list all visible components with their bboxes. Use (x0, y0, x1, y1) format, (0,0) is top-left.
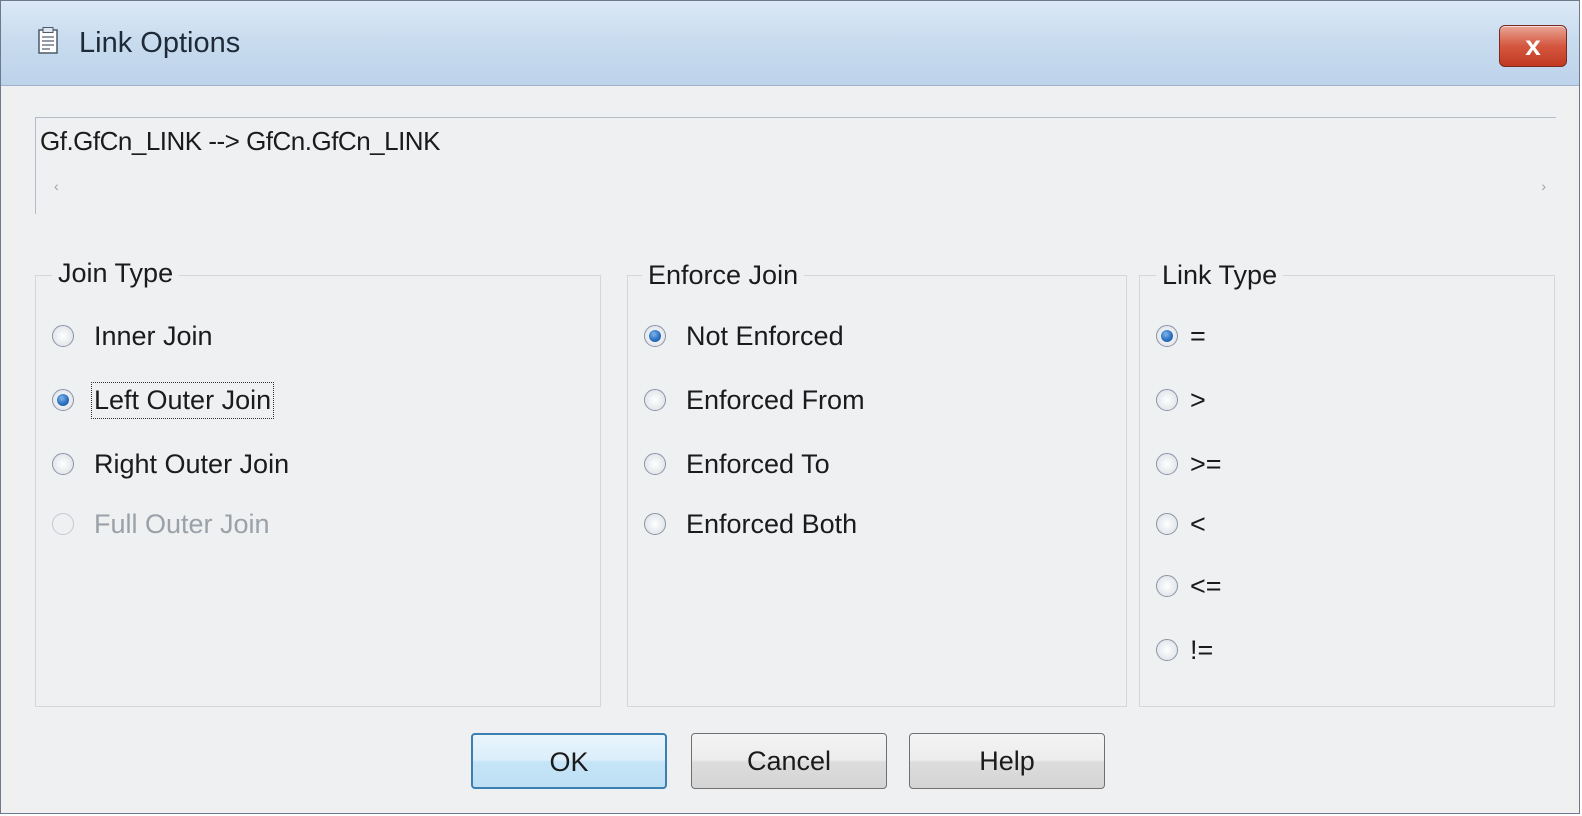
link-type-label: Link Type (1156, 260, 1284, 291)
radio-link-lte[interactable]: <= (1156, 566, 1222, 606)
dialog-body: Gf.GfCn_LINK --> GfCn.GfCn_LINK ‹ › Join… (15, 87, 1565, 805)
radio-button[interactable] (1156, 453, 1178, 475)
scroll-right-arrow-icon[interactable]: › (1541, 178, 1546, 194)
radio-label: Right Outer Join (94, 448, 290, 479)
radio-full-outer-join: Full Outer Join (52, 504, 270, 544)
enforce-join-label: Enforce Join (642, 260, 805, 291)
radio-not-enforced[interactable]: Not Enforced (644, 316, 844, 356)
link-options-dialog: Link Options x Gf.GfCn_LINK --> GfCn.GfC… (0, 0, 1580, 814)
help-button[interactable]: Help (909, 733, 1105, 789)
radio-button[interactable] (52, 453, 74, 475)
radio-label: != (1190, 634, 1214, 665)
link-path-display: Gf.GfCn_LINK --> GfCn.GfCn_LINK ‹ › (35, 117, 1556, 214)
cancel-button[interactable]: Cancel (691, 733, 887, 789)
link-type-group: Link Type = > >= < <= != (1139, 260, 1555, 707)
radio-enforced-both[interactable]: Enforced Both (644, 504, 857, 544)
radio-left-outer-join[interactable]: Left Outer Join (52, 380, 275, 420)
radio-button[interactable] (644, 513, 666, 535)
radio-button[interactable] (52, 325, 74, 347)
radio-button[interactable] (1156, 325, 1178, 347)
enforce-join-group: Enforce Join Not Enforced Enforced From … (627, 260, 1127, 707)
radio-label: Full Outer Join (94, 508, 270, 539)
document-icon (38, 27, 58, 54)
radio-label: Inner Join (94, 320, 213, 351)
radio-enforced-to[interactable]: Enforced To (644, 444, 830, 484)
radio-right-outer-join[interactable]: Right Outer Join (52, 444, 289, 484)
radio-button[interactable] (644, 453, 666, 475)
radio-link-gte[interactable]: >= (1156, 444, 1222, 484)
join-type-group: Join Type Inner Join Left Outer Join Rig… (35, 258, 601, 707)
link-path-text: Gf.GfCn_LINK --> GfCn.GfCn_LINK (40, 126, 440, 156)
join-type-label: Join Type (52, 258, 180, 289)
radio-label: > (1190, 384, 1206, 415)
radio-link-lt[interactable]: < (1156, 504, 1206, 544)
radio-link-eq[interactable]: = (1156, 316, 1206, 356)
radio-button[interactable] (52, 389, 74, 411)
close-button[interactable]: x (1499, 25, 1567, 67)
radio-label: Not Enforced (686, 320, 844, 351)
radio-label: Enforced To (686, 448, 830, 479)
title-bar[interactable]: Link Options x (1, 1, 1579, 86)
radio-button[interactable] (1156, 639, 1178, 661)
radio-label: <= (1190, 570, 1222, 601)
radio-label: >= (1190, 448, 1222, 479)
radio-link-gt[interactable]: > (1156, 380, 1206, 420)
close-icon: x (1525, 30, 1541, 61)
radio-button[interactable] (644, 389, 666, 411)
radio-label: Left Outer Join (90, 381, 275, 419)
scroll-left-arrow-icon[interactable]: ‹ (54, 178, 59, 194)
radio-button[interactable] (1156, 575, 1178, 597)
radio-inner-join[interactable]: Inner Join (52, 316, 213, 356)
radio-label: Enforced Both (686, 508, 858, 539)
ok-button[interactable]: OK (471, 733, 667, 789)
radio-button (52, 513, 74, 535)
radio-label: = (1190, 320, 1206, 351)
radio-link-neq[interactable]: != (1156, 630, 1213, 670)
radio-enforced-from[interactable]: Enforced From (644, 380, 865, 420)
radio-button[interactable] (644, 325, 666, 347)
radio-button[interactable] (1156, 513, 1178, 535)
radio-label: < (1190, 508, 1206, 539)
radio-button[interactable] (1156, 389, 1178, 411)
window-title: Link Options (79, 27, 241, 59)
radio-label: Enforced From (686, 384, 865, 415)
